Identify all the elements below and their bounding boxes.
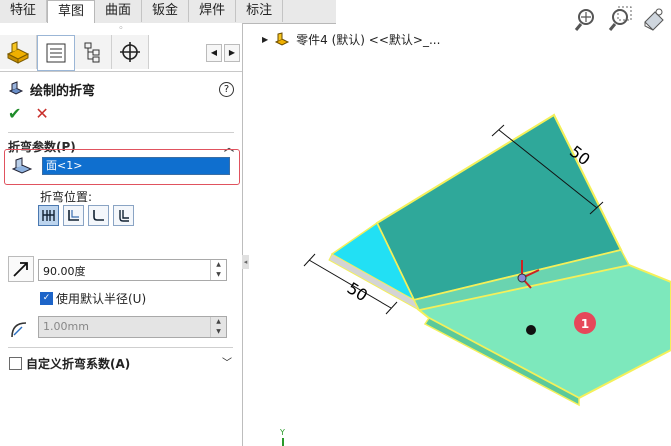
manager-scroll: ◀ ▶: [206, 35, 242, 71]
zoom-to-fit-icon[interactable]: [573, 6, 599, 32]
panel-grip[interactable]: ◦: [0, 23, 242, 35]
graphics-viewport[interactable]: 50 50 1 Y: [249, 60, 671, 446]
zoom-area-icon[interactable]: [607, 6, 633, 32]
selection-callout-label: 1: [581, 317, 589, 331]
divider: [8, 347, 233, 348]
divider: [8, 132, 234, 133]
radius-spinner-icon[interactable]: ▲ ▼: [210, 317, 226, 337]
tab-markup[interactable]: 标注: [236, 0, 284, 22]
material-inside-icon[interactable]: [63, 205, 84, 226]
dimxpert-manager-icon[interactable]: [112, 35, 149, 69]
view-toolbar: [573, 6, 667, 32]
face-selection-icon: [11, 157, 33, 174]
custom-bend-label: 自定义折弯系数(A): [26, 357, 131, 371]
tab-sheet-metal[interactable]: 钣金: [142, 0, 190, 22]
property-manager: ◦ ◀ ▶ 绘制的折弯 ? ✔ ✕ 折弯参数(P) ︿: [0, 23, 243, 446]
confirm-row: ✔ ✕: [0, 102, 242, 124]
face-list-input[interactable]: 面<1>: [42, 157, 230, 175]
default-radius-label: 使用默认半径(U): [56, 292, 147, 306]
radius-icon: [8, 317, 32, 339]
sheet-metal-part[interactable]: [328, 113, 671, 407]
help-icon[interactable]: ?: [219, 81, 234, 97]
feature-title: 绘制的折弯: [30, 83, 96, 99]
angle-icon: [8, 256, 34, 282]
bend-radius-field[interactable]: 1.00mm ▲ ▼: [38, 316, 227, 338]
feature-tree-flyout[interactable]: ▶ 零件4 (默认) <<默认>_...: [262, 31, 440, 48]
default-radius-checkbox[interactable]: ✓: [40, 292, 53, 305]
bend-centerline-icon[interactable]: [38, 205, 59, 226]
angle-spinner-icon[interactable]: ▲ ▼: [210, 260, 226, 280]
tab-features[interactable]: 特征: [0, 0, 48, 22]
material-outside-icon[interactable]: [88, 205, 109, 226]
custom-bend-checkbox[interactable]: [9, 357, 22, 370]
bend-angle-field[interactable]: 90.00度 ▲ ▼: [38, 259, 227, 281]
manager-tabs: ◀ ▶: [0, 35, 242, 72]
property-manager-icon[interactable]: [37, 35, 75, 71]
origin-triad: Y: [279, 428, 285, 446]
expand-arrow-icon[interactable]: ▶: [262, 35, 268, 44]
cancel-button[interactable]: ✕: [35, 104, 48, 123]
axis-label: Y: [279, 428, 285, 437]
fixed-face-selection: 面<1>: [4, 149, 240, 185]
scroll-right-icon[interactable]: ▶: [224, 44, 240, 62]
command-tabs: 特征 草图 曲面 钣金 焊件 标注: [0, 0, 336, 24]
bend-outside-icon[interactable]: [113, 205, 134, 226]
point-marker[interactable]: [526, 325, 536, 335]
feature-manager-icon[interactable]: [0, 35, 37, 69]
sketched-bend-icon: [8, 81, 24, 95]
part-icon: [275, 31, 290, 46]
panel-splitter[interactable]: ◂: [242, 255, 249, 269]
tab-sketch[interactable]: 草图: [47, 0, 96, 24]
tab-surfaces[interactable]: 曲面: [95, 0, 143, 22]
feature-header: 绘制的折弯 ?: [0, 76, 242, 102]
tab-weldments[interactable]: 焊件: [189, 0, 237, 22]
bend-position-options: [38, 205, 134, 226]
previous-view-icon[interactable]: [641, 6, 667, 32]
bend-position-label: 折弯位置:: [40, 190, 93, 204]
bend-angle-value: 90.00度: [43, 265, 86, 278]
expand-icon[interactable]: ﹀: [222, 354, 232, 369]
ok-button[interactable]: ✔: [8, 104, 21, 123]
part-name: 零件4 (默认) <<默认>_...: [296, 33, 441, 47]
bend-radius-value: 1.00mm: [43, 320, 89, 333]
configuration-manager-icon[interactable]: [75, 35, 112, 69]
scroll-left-icon[interactable]: ◀: [206, 44, 222, 62]
